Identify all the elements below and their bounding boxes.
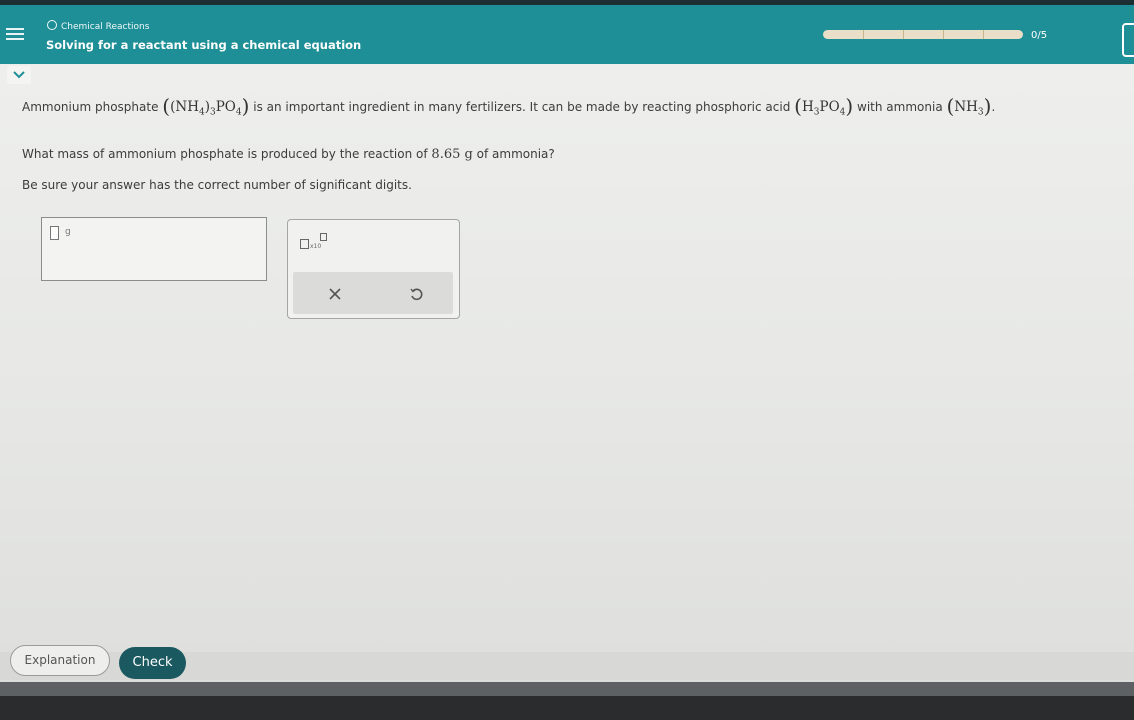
answer-input[interactable]: g <box>41 217 267 281</box>
question-text: What mass of ammonium phosphate is produ… <box>22 147 555 162</box>
top-bar: Chemical Reactions Solving for a reactan… <box>0 0 1134 64</box>
lesson-title: Solving for a reactant using a chemical … <box>46 38 362 52</box>
ammonium-phosphate-formula: ((NH4)3PO4) <box>162 94 250 118</box>
topic-circle-icon <box>47 20 57 30</box>
close-icon[interactable] <box>324 283 346 305</box>
scientific-notation-button[interactable]: x10 <box>300 232 332 254</box>
sig-fig-hint: Be sure your answer has the correct numb… <box>22 178 412 192</box>
input-caret <box>50 226 59 240</box>
question-area: Ammonium phosphate ((NH4)3PO4) is an imp… <box>0 64 1134 654</box>
screen-bezel <box>0 682 1134 720</box>
check-button[interactable]: Check <box>119 647 186 679</box>
progress-bar <box>823 30 1023 39</box>
ammonia-formula: (NH3) <box>946 94 992 118</box>
problem-statement: Ammonium phosphate ((NH4)3PO4) is an imp… <box>22 94 996 118</box>
collapse-chevron-icon[interactable] <box>7 66 31 84</box>
side-panel-button[interactable] <box>1122 23 1134 57</box>
math-tools-panel: x10 <box>287 219 460 319</box>
menu-icon[interactable] <box>6 25 24 43</box>
undo-icon[interactable] <box>405 283 427 305</box>
phosphoric-acid-formula: (H3PO4) <box>794 94 854 118</box>
tools-action-row <box>293 272 453 314</box>
topic-label: Chemical Reactions <box>47 20 149 32</box>
progress-label: 0/5 <box>1031 30 1048 41</box>
question-value: 8.65 g <box>431 147 473 162</box>
explanation-button[interactable]: Explanation <box>10 645 110 676</box>
answer-unit: g <box>65 227 71 237</box>
